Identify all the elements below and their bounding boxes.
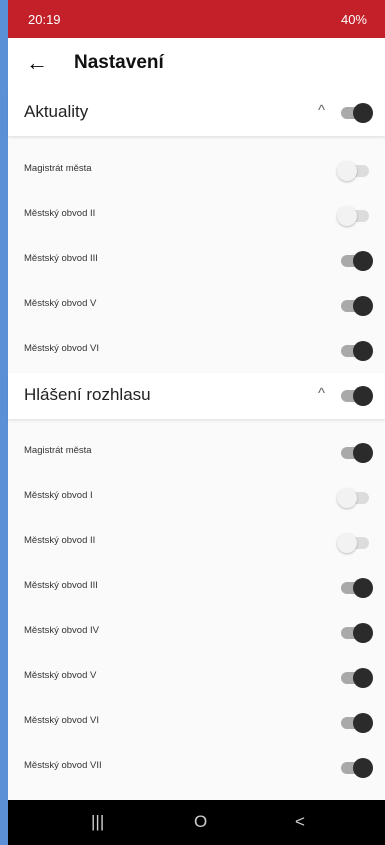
- list-item[interactable]: Městský obvod III: [8, 238, 385, 283]
- section-header-aktuality[interactable]: Aktuality ^: [8, 90, 385, 136]
- section-toggle[interactable]: [337, 385, 373, 407]
- list-item[interactable]: Městský obvod V: [8, 283, 385, 328]
- list-item[interactable]: Magistrát města: [8, 148, 385, 193]
- list-item-label: Městský obvod II: [24, 535, 96, 546]
- list-item[interactable]: Magistrát města: [8, 430, 385, 475]
- list-item[interactable]: Městský obvod II: [8, 520, 385, 565]
- item-toggle[interactable]: [337, 442, 373, 464]
- list-item[interactable]: Městský obvod V: [8, 655, 385, 700]
- list-item-label: Magistrát města: [24, 445, 92, 456]
- item-toggle[interactable]: [337, 757, 373, 779]
- list-item[interactable]: Městský obvod VI: [8, 700, 385, 745]
- back-arrow-icon[interactable]: ←: [26, 50, 48, 76]
- item-toggle[interactable]: [337, 160, 373, 182]
- item-toggle[interactable]: [337, 622, 373, 644]
- list-item[interactable]: Městský obvod VI: [8, 328, 385, 373]
- section-toggle[interactable]: [337, 102, 373, 124]
- item-toggle[interactable]: [337, 205, 373, 227]
- battery-percent: 40%: [340, 12, 367, 27]
- toggle-knob: [353, 103, 373, 123]
- list-item-label: Městský obvod IV: [24, 625, 99, 636]
- home-button[interactable]: O: [194, 812, 207, 832]
- recents-button[interactable]: |||: [91, 812, 104, 832]
- list-item-label: Městský obvod V: [24, 298, 97, 309]
- page-title: Nastavení: [74, 52, 164, 73]
- toggle-knob: [353, 386, 373, 406]
- item-toggle[interactable]: [337, 532, 373, 554]
- item-toggle[interactable]: [337, 487, 373, 509]
- list-item-label: Městský obvod VI: [24, 343, 99, 354]
- list-item-label: Magistrát města: [24, 163, 92, 174]
- list-item-label: Městský obvod VII: [24, 760, 102, 771]
- list-item[interactable]: Městský obvod VII: [8, 745, 385, 790]
- list-item[interactable]: Městský obvod III: [8, 565, 385, 610]
- status-time: 20:19: [28, 12, 61, 27]
- item-toggle[interactable]: [337, 577, 373, 599]
- app-frame: 20:19 40% ← Nastavení Aktuality ^ Magist…: [0, 0, 385, 845]
- list-item-label: Městský obvod V: [24, 670, 97, 681]
- list-item-label: Městský obvod III: [24, 253, 98, 264]
- section-header-hlaseni-rozhlasu[interactable]: Hlášení rozhlasu ^: [8, 373, 385, 419]
- list-item-label: Městský obvod III: [24, 580, 98, 591]
- app-bar: ← Nastavení: [8, 38, 385, 90]
- list-item-label: Městský obvod I: [24, 490, 93, 501]
- chevron-up-icon[interactable]: ^: [318, 385, 325, 402]
- list-item-label: Městský obvod VI: [24, 715, 99, 726]
- item-toggle[interactable]: [337, 295, 373, 317]
- list-item[interactable]: Městský obvod II: [8, 193, 385, 238]
- item-toggle[interactable]: [337, 340, 373, 362]
- item-toggle[interactable]: [337, 667, 373, 689]
- system-navigation-bar: ||| O <: [8, 800, 385, 845]
- list-item-label: Městský obvod II: [24, 208, 96, 219]
- back-button[interactable]: <: [295, 812, 305, 832]
- status-bar: 20:19 40%: [8, 0, 385, 38]
- item-toggle[interactable]: [337, 712, 373, 734]
- item-toggle[interactable]: [337, 250, 373, 272]
- chevron-up-icon[interactable]: ^: [318, 102, 325, 119]
- section-title: Aktuality: [24, 102, 89, 121]
- list-item[interactable]: Městský obvod I: [8, 475, 385, 520]
- section-title: Hlášení rozhlasu: [24, 385, 151, 404]
- list-item[interactable]: Městský obvod IV: [8, 610, 385, 655]
